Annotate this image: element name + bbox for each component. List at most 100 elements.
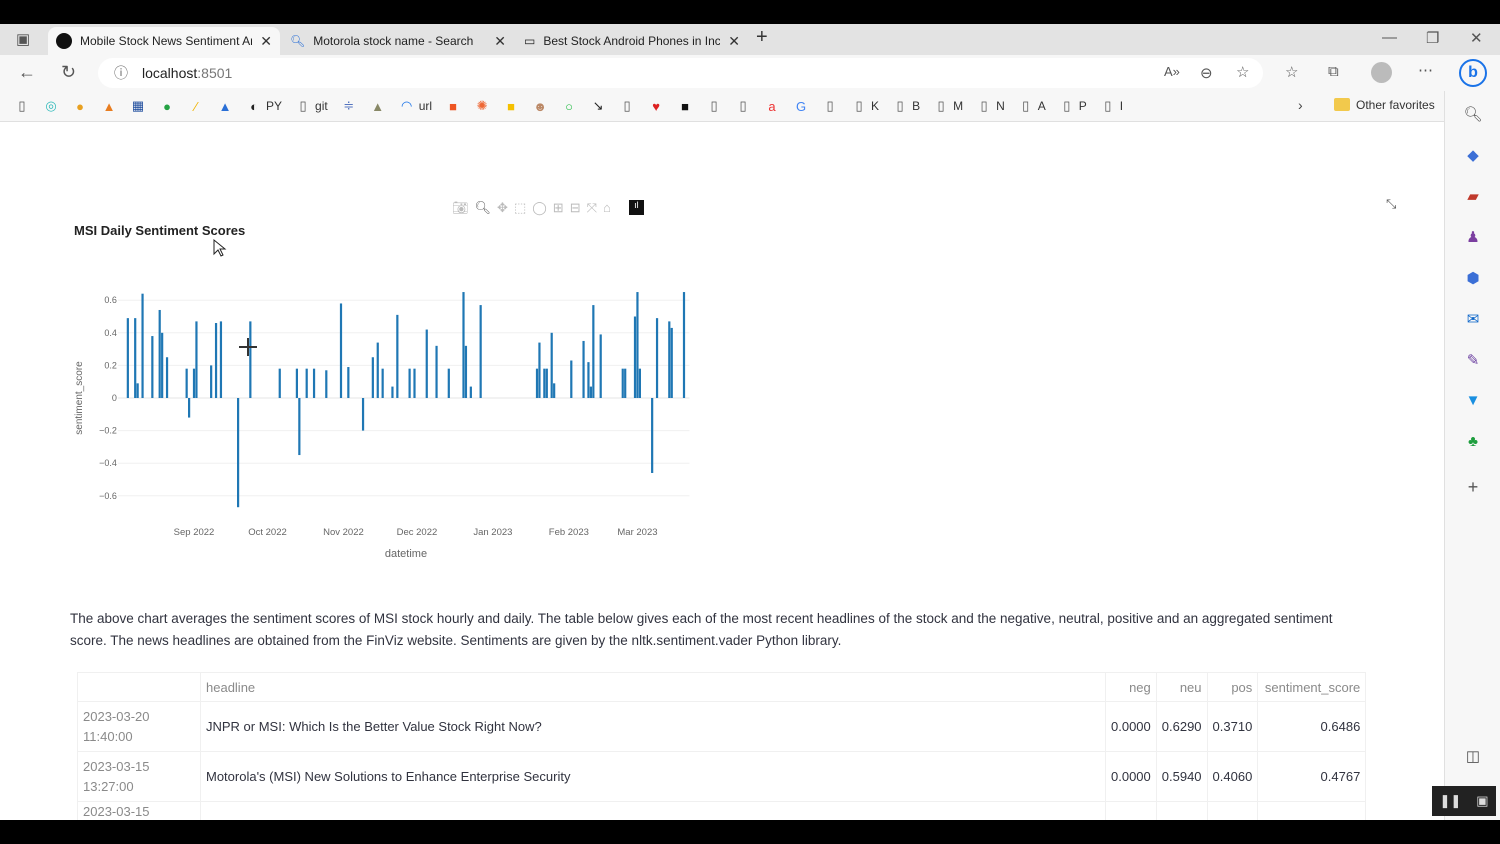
bar[interactable] xyxy=(469,386,472,398)
bookmark-item[interactable]: G xyxy=(793,99,809,114)
bar[interactable] xyxy=(325,370,328,398)
zoom-out-icon[interactable]: ⊖ xyxy=(1200,64,1213,82)
close-tab-icon[interactable]: ✕ xyxy=(494,33,506,50)
bookmark-item[interactable]: ≑ xyxy=(341,98,357,114)
sidebar-toggle-icon[interactable]: ◫ xyxy=(1463,747,1483,765)
bookmark-item[interactable]: ▯ xyxy=(735,98,751,114)
bookmark-item[interactable]: ☻ xyxy=(532,99,548,114)
bar[interactable] xyxy=(161,332,164,398)
address-bar[interactable]: ⓘ localhost:8501 xyxy=(98,58,1263,88)
minimize-button[interactable]: — xyxy=(1382,29,1397,46)
sentiment-chart[interactable]: 0.6 0.4 0.2 0 −0.2 −0.4 −0.6 Sep 2022 Oct 2022 No… xyxy=(0,122,760,582)
col-headline[interactable]: headline xyxy=(200,672,1106,702)
bookmark-item[interactable]: ● xyxy=(159,99,175,114)
bar[interactable] xyxy=(339,303,343,398)
bookmark-item[interactable]: ▲ xyxy=(101,99,117,114)
col-neu[interactable]: neu xyxy=(1155,672,1208,702)
bar[interactable] xyxy=(151,336,154,398)
bookmark-item[interactable]: ◐ PY xyxy=(246,99,282,114)
pause-icon[interactable]: ❚❚ xyxy=(1439,793,1461,809)
bar[interactable] xyxy=(535,368,539,398)
bar[interactable] xyxy=(214,323,218,398)
bar[interactable] xyxy=(408,368,411,398)
bar[interactable] xyxy=(543,368,546,398)
bar[interactable] xyxy=(381,368,384,398)
favorites-icon[interactable]: ☆ xyxy=(1285,63,1298,81)
bookmark-item[interactable]: ◠ url xyxy=(399,98,432,114)
bookmark-item[interactable]: ■ xyxy=(503,99,519,114)
bar[interactable] xyxy=(376,342,379,398)
editor-icon[interactable]: ✎ xyxy=(1463,351,1483,369)
read-aloud-icon[interactable]: A» xyxy=(1164,64,1180,79)
bar[interactable] xyxy=(545,368,548,398)
bookmark-item[interactable]: ▯ B xyxy=(892,98,920,114)
bar[interactable] xyxy=(126,318,129,398)
bar[interactable] xyxy=(599,334,602,398)
bookmark-item[interactable]: ■ xyxy=(677,99,693,114)
bookmark-item[interactable]: ▯ xyxy=(14,98,30,114)
search-icon[interactable]: 🔍︎ xyxy=(1463,105,1483,123)
bar[interactable] xyxy=(413,368,416,398)
bar[interactable] xyxy=(185,368,188,398)
bar[interactable] xyxy=(278,368,281,398)
bar[interactable] xyxy=(462,292,465,398)
info-icon[interactable]: ⓘ xyxy=(114,63,128,83)
bookmark-item[interactable]: ▲ xyxy=(370,99,386,114)
close-tab-icon[interactable]: ✕ xyxy=(260,33,272,50)
bookmark-item[interactable]: ○ xyxy=(561,99,577,114)
office-icon[interactable]: ⬢ xyxy=(1463,269,1483,287)
bar[interactable] xyxy=(670,327,673,398)
bar[interactable] xyxy=(219,321,223,398)
close-window-button[interactable]: ✕ xyxy=(1470,29,1483,47)
bookmark-item[interactable]: ● xyxy=(72,99,88,114)
bar[interactable] xyxy=(249,321,252,398)
bing-icon[interactable]: b xyxy=(1459,59,1487,87)
tab-phones[interactable]: ▭ Best Stock Android Phones in Inc ✕ xyxy=(516,27,748,55)
refresh-icon[interactable]: ↻ xyxy=(61,62,76,83)
bar[interactable] xyxy=(479,305,482,398)
bar[interactable] xyxy=(447,368,450,398)
bar[interactable] xyxy=(464,345,468,398)
bookmark-item[interactable]: ▯ xyxy=(822,98,838,114)
bookmark-item[interactable]: ▯ xyxy=(706,98,722,114)
bar[interactable] xyxy=(347,367,350,398)
restore-button[interactable]: ❐ xyxy=(1426,29,1439,47)
other-favorites[interactable]: Other favorites xyxy=(1334,98,1435,112)
bookmark-item[interactable]: ■ xyxy=(445,99,461,114)
bar[interactable] xyxy=(570,360,573,398)
outlook-icon[interactable]: ✉ xyxy=(1463,310,1483,328)
bookmark-item[interactable]: ▯ K xyxy=(851,98,879,114)
bar[interactable] xyxy=(655,318,659,398)
bar[interactable] xyxy=(295,368,298,398)
bar[interactable] xyxy=(633,316,637,399)
bar[interactable] xyxy=(624,368,627,398)
bar[interactable] xyxy=(210,365,213,398)
drop-icon[interactable]: ▼ xyxy=(1463,392,1483,409)
bar[interactable] xyxy=(582,340,585,398)
bookmark-item[interactable]: ▯ N xyxy=(976,98,1005,114)
new-tab-button[interactable]: + xyxy=(756,26,768,49)
bar[interactable] xyxy=(589,386,592,398)
bar[interactable] xyxy=(305,368,308,398)
bar[interactable] xyxy=(668,321,671,398)
bar[interactable] xyxy=(553,383,556,398)
bar[interactable] xyxy=(391,386,394,398)
bar[interactable] xyxy=(425,329,428,398)
bar[interactable] xyxy=(298,398,301,456)
bar[interactable] xyxy=(587,362,590,398)
bookmark-item[interactable]: ↘ xyxy=(590,98,606,114)
bookmarks-overflow-icon[interactable]: › xyxy=(1298,97,1303,113)
bar[interactable] xyxy=(195,321,198,398)
games-icon[interactable]: ♟ xyxy=(1463,228,1483,246)
bar[interactable] xyxy=(538,342,541,398)
bookmark-item[interactable]: ▯ M xyxy=(933,98,964,114)
tree-icon[interactable]: ♣ xyxy=(1463,433,1483,450)
bar[interactable] xyxy=(192,368,196,398)
bar[interactable] xyxy=(136,383,139,398)
tools-icon[interactable]: ▰ xyxy=(1463,187,1483,205)
bookmark-item[interactable]: ▯ A xyxy=(1018,98,1046,114)
bookmark-item[interactable]: a xyxy=(764,99,780,114)
bar[interactable] xyxy=(651,398,654,473)
bar[interactable] xyxy=(682,292,686,398)
bar[interactable] xyxy=(550,332,553,398)
